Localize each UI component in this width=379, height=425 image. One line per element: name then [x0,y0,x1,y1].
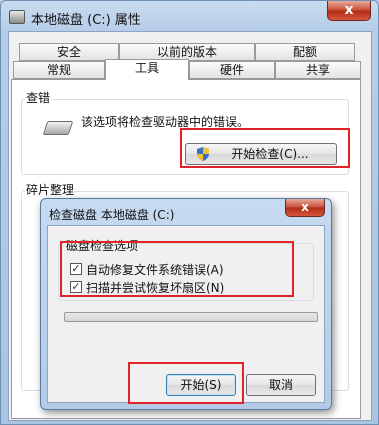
tab-security[interactable]: 安全 [19,43,119,61]
drive-icon [9,10,25,24]
highlight-start-button [128,362,244,404]
close-button[interactable]: x [327,1,371,21]
dialog-title: 检查磁盘 本地磁盘 (C:) [49,208,175,222]
tab-general[interactable]: 常规 [13,61,105,79]
tab-tools[interactable]: 工具 [105,59,189,80]
check-progress-bar [64,312,318,322]
dialog-close-button[interactable]: x [285,199,325,217]
window-title: 本地磁盘 (C:) 属性 [31,13,141,28]
tab-hardware[interactable]: 硬件 [189,61,275,79]
error-check-group-label: 查错 [25,89,52,106]
title-bar: 本地磁盘 (C:) 属性 [9,7,309,29]
highlight-options [60,241,294,297]
tab-quota[interactable]: 配额 [255,43,355,61]
tab-sharing[interactable]: 共享 [275,61,361,79]
defrag-group-label: 碎片整理 [25,181,76,198]
cancel-button[interactable]: 取消 [246,374,316,396]
highlight-start-check [180,128,350,168]
hard-drive-icon [42,121,74,135]
dialog-client: 磁盘检查选项 ✓ 自动修复文件系统错误(A) ✓ 扫描并尝试恢复坏扇区(N) 开… [47,225,325,404]
check-disk-dialog: 检查磁盘 本地磁盘 (C:) x 磁盘检查选项 ✓ 自动修复文件系统错误(A) … [40,198,332,410]
